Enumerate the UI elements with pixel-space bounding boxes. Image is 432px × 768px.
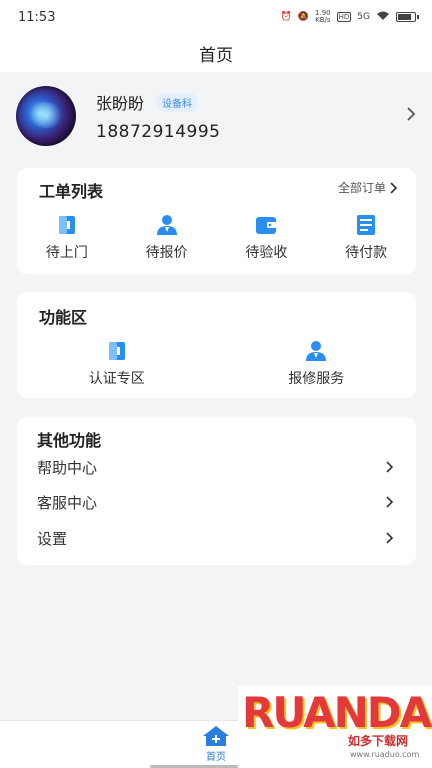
function-area-card: 功能区 认证专区 报修服务 — [17, 292, 416, 398]
chevron-right-icon — [390, 181, 398, 194]
door-icon — [58, 216, 75, 234]
other-functions-title: 其他功能 — [37, 431, 102, 450]
all-orders-label: 全部订单 — [337, 181, 386, 195]
watermark-url: www.ruaduo.com — [350, 750, 420, 759]
mute-icon: 🔕 — [297, 12, 310, 22]
all-orders-link[interactable]: 全部订单 — [338, 179, 398, 196]
network-speed: 1.90 KB/s — [315, 10, 331, 24]
certification-zone[interactable]: 认证专区 — [17, 340, 217, 388]
chevron-right-icon — [386, 532, 394, 544]
tab-home[interactable]: 首页 — [192, 725, 240, 763]
list-item-settings[interactable]: 设置 — [37, 526, 394, 550]
person-icon — [306, 341, 327, 361]
tab-home-label: 首页 — [206, 752, 226, 763]
profile-card[interactable]: 张盼盼 设备科 18872914995 — [0, 72, 432, 160]
chevron-right-icon — [386, 461, 394, 473]
repair-service-label: 报修服务 — [288, 371, 345, 387]
network-speed-unit: KB/s — [315, 16, 331, 24]
hd-icon: HD — [336, 12, 352, 22]
battery-icon — [396, 12, 419, 22]
status-bar: 11:53 ⏰ 🔕 1.90 KB/s HD 5G — [0, 0, 432, 34]
repair-service[interactable]: 报修服务 — [217, 340, 417, 388]
status-icons: ⏰ 🔕 1.90 KB/s HD 5G — [280, 10, 419, 24]
order-pending-payment[interactable]: 待付款 — [316, 214, 416, 262]
order-pending-quote[interactable]: 待报价 — [117, 214, 217, 262]
user-phone: 18872914995 — [96, 122, 221, 142]
order-pending-quote-label: 待报价 — [145, 245, 188, 261]
certificate-icon — [108, 342, 125, 360]
watermark-logo: RUANDAO 如多下载网 www.ruaduo.com — [238, 686, 432, 768]
page-title: 首页 — [199, 45, 233, 66]
signal-icon: 5G — [357, 12, 370, 22]
home-icon — [203, 726, 229, 746]
order-list-title: 工单列表 — [39, 182, 104, 201]
status-time: 11:53 — [18, 9, 56, 25]
function-area-title: 功能区 — [39, 308, 88, 327]
form-icon — [357, 215, 376, 235]
settings-label: 设置 — [37, 529, 68, 548]
avatar[interactable] — [16, 86, 76, 146]
chevron-right-icon[interactable] — [406, 106, 416, 127]
other-functions-card: 其他功能 帮助中心 客服中心 设置 — [17, 417, 416, 565]
watermark-subtitle: 如多下载网 — [348, 734, 409, 748]
list-item-customer-service[interactable]: 客服中心 — [37, 490, 394, 514]
list-item-help-center[interactable]: 帮助中心 — [37, 455, 394, 479]
wifi-icon — [376, 11, 390, 24]
certification-zone-label: 认证专区 — [88, 371, 145, 387]
order-pending-visit[interactable]: 待上门 — [17, 214, 117, 262]
nav-bar: 首页 — [0, 34, 432, 72]
watermark-logo-text: RUANDAO — [242, 688, 432, 737]
order-list-card: 工单列表 全部订单 待上门 待报价 待验收 待付款 — [17, 168, 416, 274]
order-pending-acceptance[interactable]: 待验收 — [217, 214, 317, 262]
order-pending-visit-label: 待上门 — [45, 245, 88, 261]
person-icon — [156, 215, 177, 235]
user-name: 张盼盼 — [96, 94, 145, 113]
order-pending-acceptance-label: 待验收 — [245, 245, 288, 261]
role-badge: 设备科 — [156, 92, 199, 112]
help-center-label: 帮助中心 — [37, 458, 98, 477]
profile-info: 张盼盼 设备科 18872914995 — [96, 90, 406, 142]
wallet-icon — [256, 217, 277, 234]
alarm-icon: ⏰ — [280, 12, 292, 22]
order-pending-payment-label: 待付款 — [345, 245, 388, 261]
chevron-right-icon — [386, 496, 394, 508]
customer-service-label: 客服中心 — [37, 493, 98, 512]
